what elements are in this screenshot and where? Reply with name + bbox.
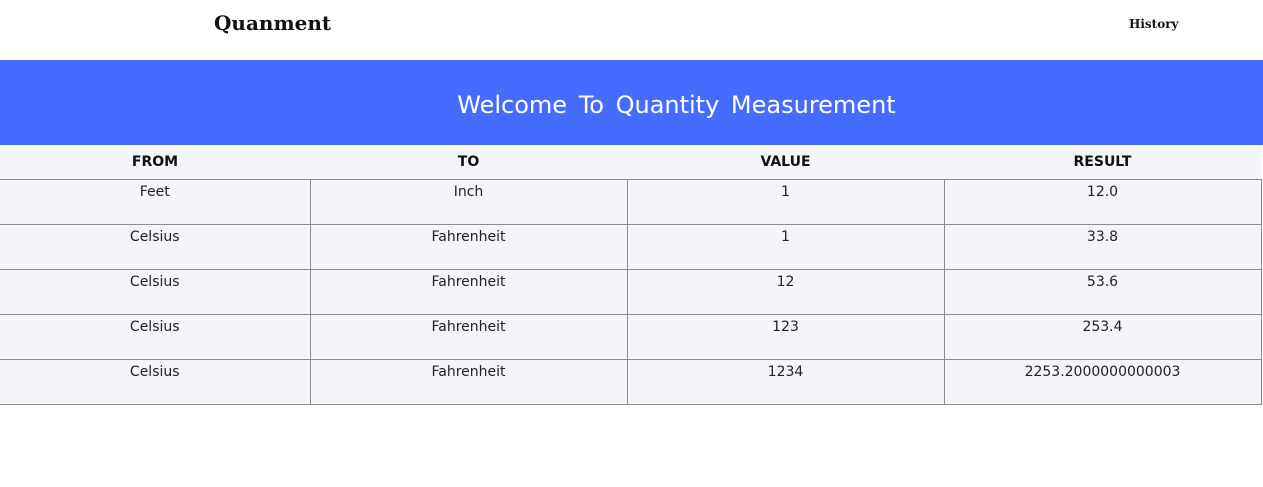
cell-from: Celsius xyxy=(0,269,311,315)
cell-from: Celsius xyxy=(0,314,311,360)
cell-result: 33.8 xyxy=(943,224,1262,270)
cell-result: 53.6 xyxy=(943,269,1262,315)
cell-result: 2253.2000000000003 xyxy=(943,359,1262,405)
header-result: RESULT xyxy=(944,145,1261,180)
table-row: Celsius Fahrenheit 1 33.8 xyxy=(0,224,1262,270)
history-table-container: FROM TO VALUE RESULT Feet Inch 1 12.0 Ce… xyxy=(0,145,1262,405)
cell-result: 253.4 xyxy=(943,314,1262,360)
header-to: TO xyxy=(310,145,627,180)
cell-to: Inch xyxy=(309,179,628,225)
header-from: FROM xyxy=(0,145,310,180)
cell-value: 123 xyxy=(626,314,945,360)
table-row: Feet Inch 1 12.0 xyxy=(0,179,1262,225)
cell-value: 1234 xyxy=(626,359,945,405)
top-navbar: Quanment History xyxy=(0,0,1263,60)
cell-from: Feet xyxy=(0,179,311,225)
table-row: Celsius Fahrenheit 1234 2253.20000000000… xyxy=(0,359,1262,405)
welcome-title: Welcome To Quantity Measurement xyxy=(457,90,896,119)
cell-to: Fahrenheit xyxy=(309,269,628,315)
cell-to: Fahrenheit xyxy=(309,314,628,360)
welcome-banner: Welcome To Quantity Measurement xyxy=(0,60,1263,145)
cell-to: Fahrenheit xyxy=(309,224,628,270)
table-row: Celsius Fahrenheit 123 253.4 xyxy=(0,314,1262,360)
table-header-row: FROM TO VALUE RESULT xyxy=(0,145,1261,180)
cell-value: 12 xyxy=(626,269,945,315)
cell-from: Celsius xyxy=(0,224,311,270)
history-link[interactable]: History xyxy=(1129,17,1179,31)
cell-value: 1 xyxy=(626,179,945,225)
cell-from: Celsius xyxy=(0,359,311,405)
cell-result: 12.0 xyxy=(943,179,1262,225)
brand-logo-text[interactable]: Quanment xyxy=(214,11,331,35)
cell-to: Fahrenheit xyxy=(309,359,628,405)
header-value: VALUE xyxy=(627,145,944,180)
cell-value: 1 xyxy=(626,224,945,270)
table-row: Celsius Fahrenheit 12 53.6 xyxy=(0,269,1262,315)
history-table: FROM TO VALUE RESULT Feet Inch 1 12.0 Ce… xyxy=(0,145,1262,405)
